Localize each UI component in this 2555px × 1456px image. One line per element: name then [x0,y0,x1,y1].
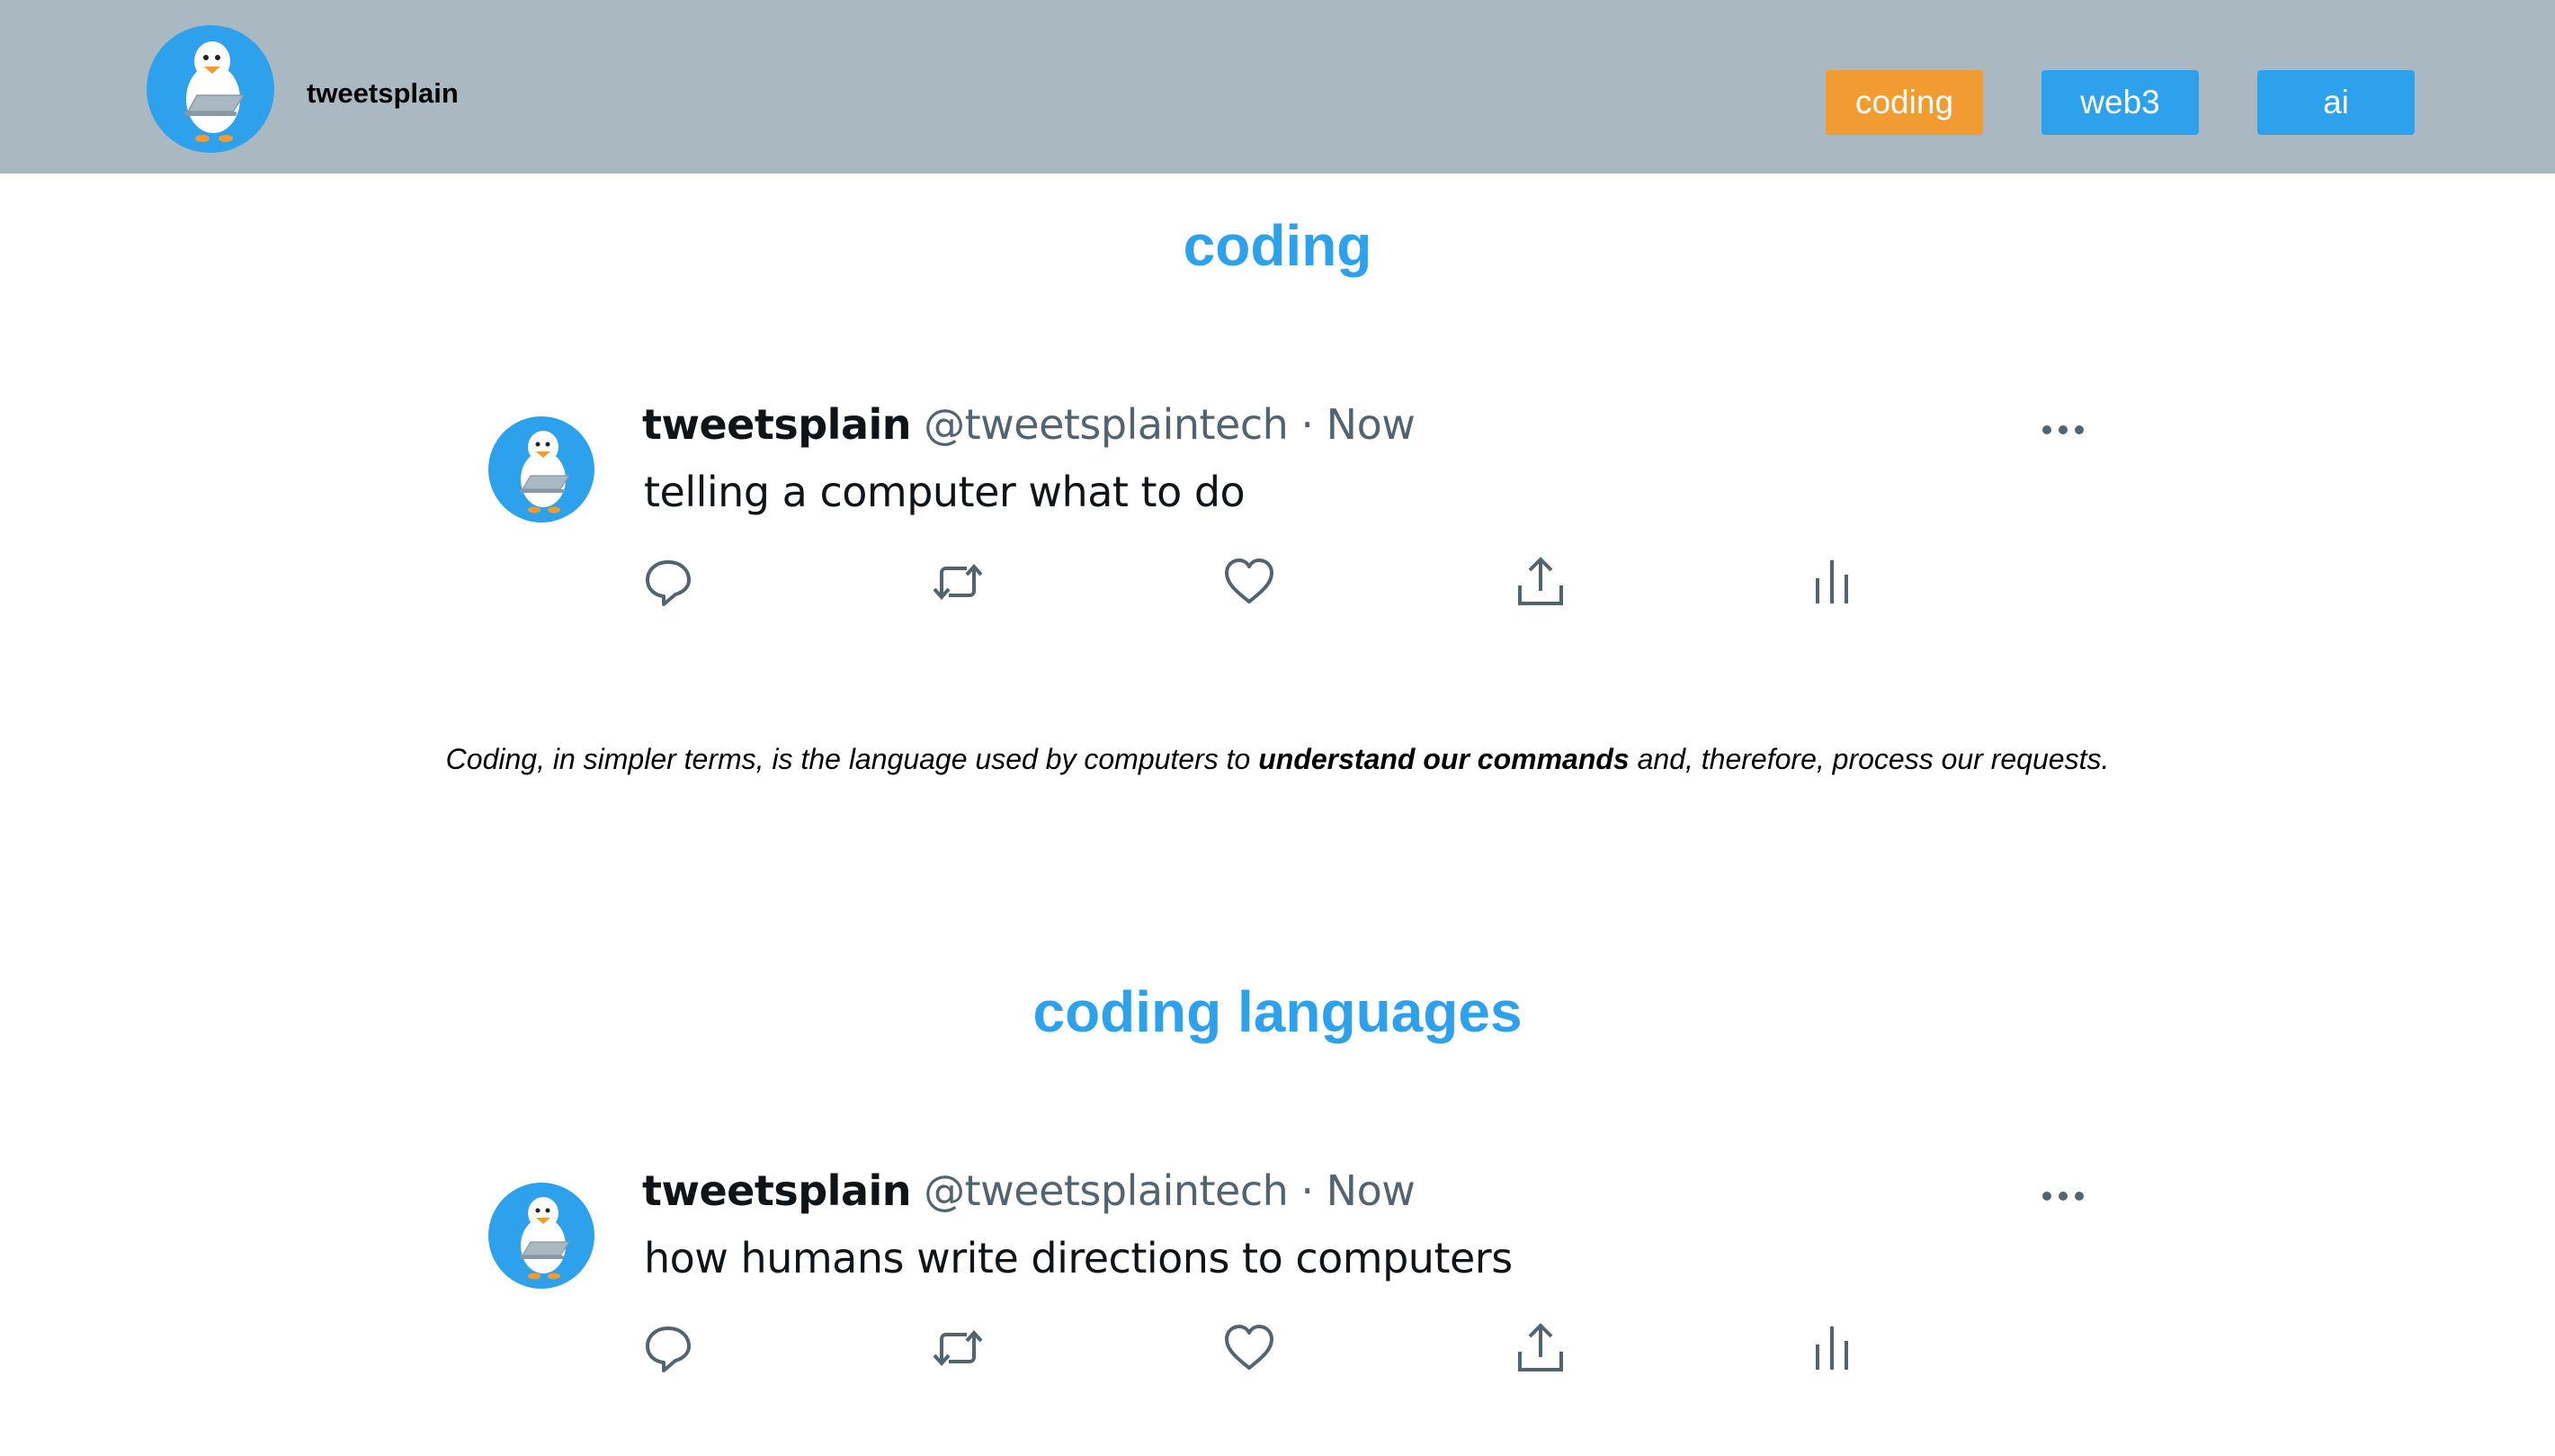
more-options-icon[interactable] [2036,1183,2090,1210]
retweet-icon[interactable] [931,555,985,609]
tweet-separator: · [1288,400,1327,449]
more-options-icon[interactable] [2036,416,2090,443]
duck-logo-icon[interactable] [147,25,274,153]
explanation-text: Coding, in simpler terms, is the languag… [0,743,2555,776]
tweet-separator: · [1288,1166,1327,1215]
tweet-card: tweetsplain @tweetsplaintech · Now telli… [0,400,2555,650]
like-icon[interactable] [1222,1321,1276,1375]
tweet-handle[interactable]: @tweetsplaintech [924,1166,1289,1215]
tweet-text: telling a computer what to do [644,468,1246,516]
tweet-card: tweetsplain @tweetsplaintech · Now how h… [0,1166,2555,1416]
explanation-part: and, therefore, process our requests. [1629,743,2110,775]
nav-button-coding[interactable]: coding [1826,70,1983,135]
tweet-meta: tweetsplain @tweetsplaintech · Now [642,400,1416,449]
avatar[interactable] [488,416,594,523]
tweet-meta: tweetsplain @tweetsplaintech · Now [642,1166,1416,1215]
tweet-handle[interactable]: @tweetsplaintech [924,400,1289,449]
tweet-time[interactable]: Now [1327,1166,1416,1215]
reply-icon[interactable] [641,1321,695,1375]
analytics-icon[interactable] [1805,555,1859,609]
like-icon[interactable] [1222,555,1276,609]
tweet-time[interactable]: Now [1327,400,1416,449]
nav-button-web3[interactable]: web3 [2041,70,2199,135]
avatar[interactable] [488,1183,594,1289]
share-icon[interactable] [1514,555,1568,609]
analytics-icon[interactable] [1805,1321,1859,1375]
tweet-author-name[interactable]: tweetsplain [642,1166,912,1215]
top-nav-bar: tweetsplain coding web3 ai [0,0,2555,174]
share-icon[interactable] [1514,1321,1568,1375]
brand-name: tweetsplain [307,77,459,109]
explanation-part: Coding, in simpler terms, is the languag… [445,743,1259,775]
explanation-emphasis: understand our commands [1258,743,1630,775]
retweet-icon[interactable] [931,1321,985,1375]
section-title-coding-languages: coding languages [1032,979,1523,1044]
section-title-coding: coding [1183,213,1372,278]
reply-icon[interactable] [641,555,695,609]
tweet-text: how humans write directions to computers [644,1234,1513,1282]
nav-button-ai[interactable]: ai [2257,70,2415,135]
tweet-author-name[interactable]: tweetsplain [642,400,912,449]
